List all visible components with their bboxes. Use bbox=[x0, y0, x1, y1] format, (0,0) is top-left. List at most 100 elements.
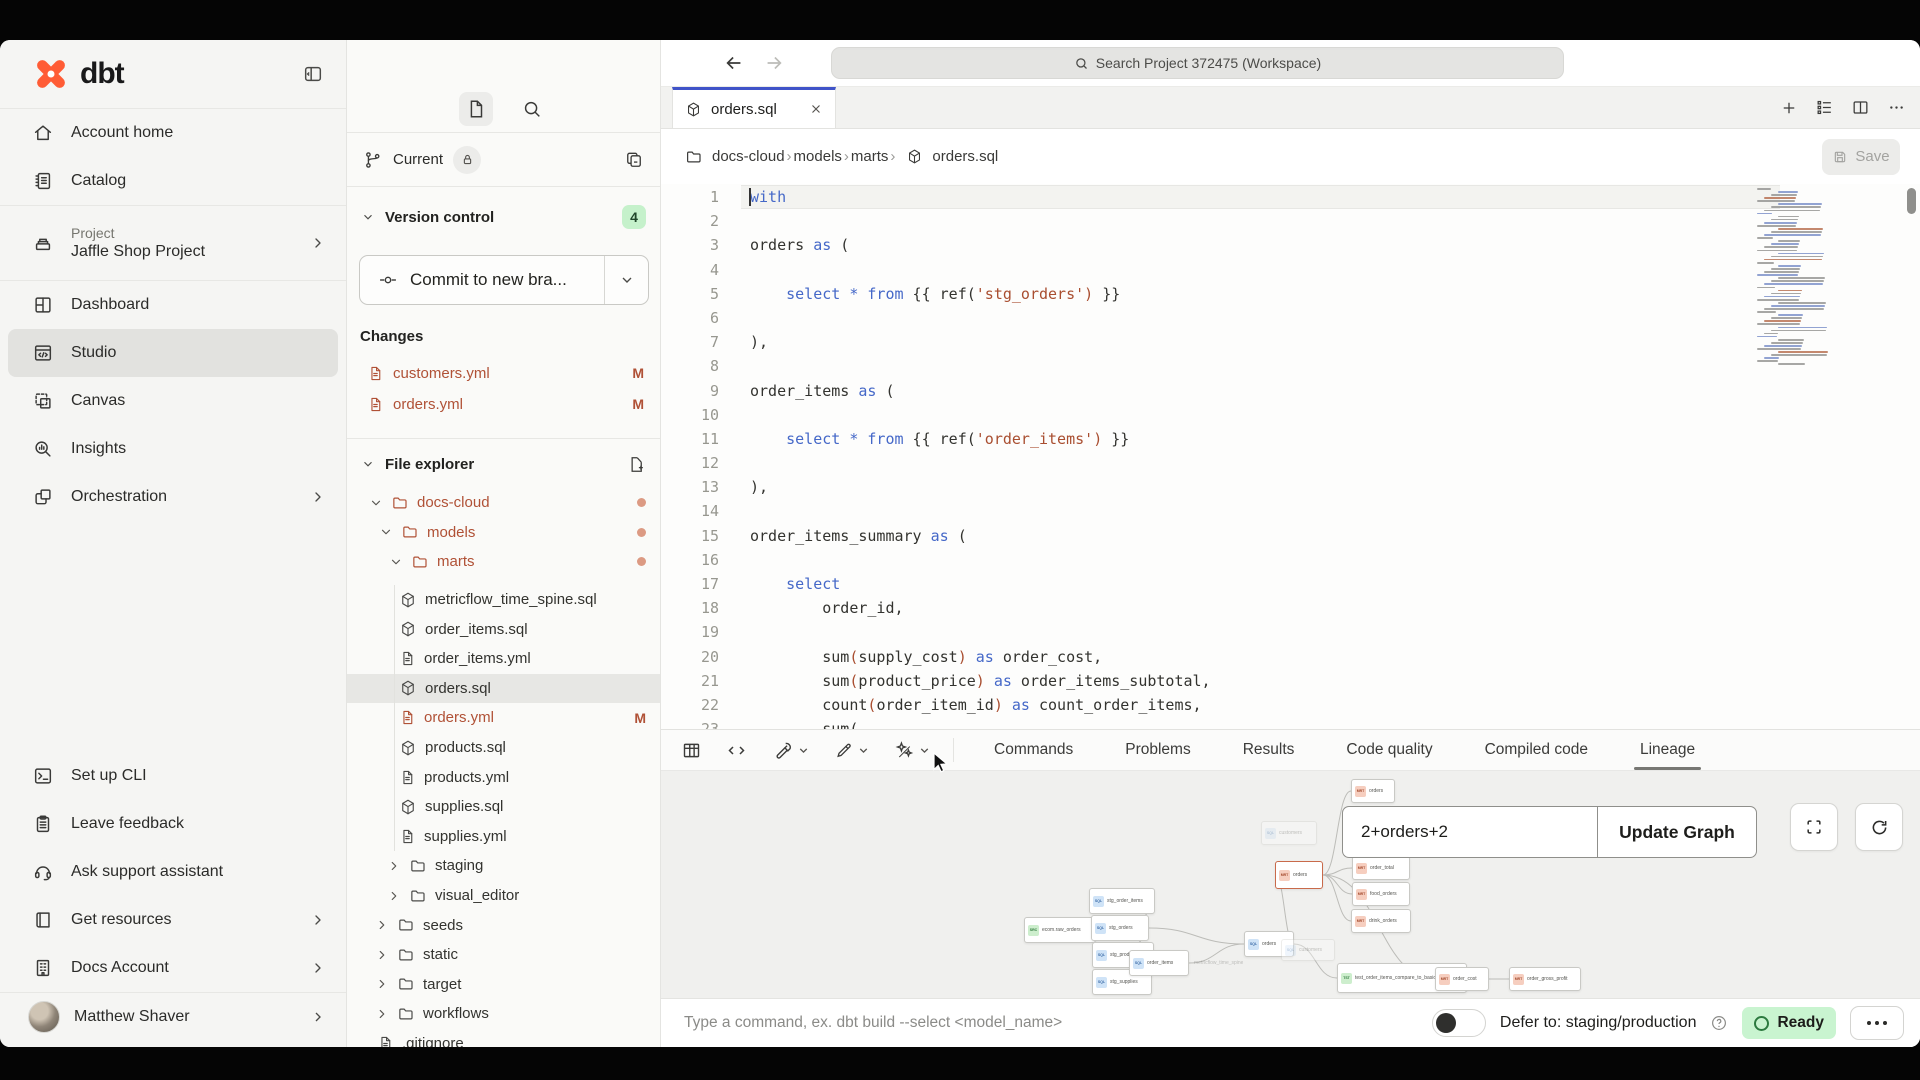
code-line-14[interactable]: 14 bbox=[661, 499, 1920, 523]
minimap[interactable] bbox=[1757, 188, 1837, 368]
code-line-8[interactable]: 8 bbox=[661, 354, 1920, 378]
tree-item-orders-sql[interactable]: orders.sql bbox=[347, 674, 660, 704]
commit-dropdown-button[interactable] bbox=[604, 256, 648, 304]
sidebar-item-get-resources[interactable]: Get resources bbox=[0, 896, 346, 944]
sidebar-item-docs-account[interactable]: Docs Account bbox=[0, 944, 346, 992]
status-more-button[interactable] bbox=[1850, 1006, 1904, 1040]
tree-item-staging[interactable]: staging bbox=[347, 851, 660, 881]
tree-item-seeds[interactable]: seeds bbox=[347, 910, 660, 940]
code-icon[interactable] bbox=[726, 740, 747, 761]
code-line-7[interactable]: 7), bbox=[661, 330, 1920, 354]
tree-item--gitignore[interactable]: .gitignore bbox=[347, 1029, 660, 1047]
code-line-10[interactable]: 10 bbox=[661, 403, 1920, 427]
collapse-sidebar-icon[interactable] bbox=[302, 63, 324, 85]
format-icon[interactable] bbox=[834, 740, 870, 760]
update-graph-button[interactable]: Update Graph bbox=[1597, 806, 1757, 858]
sidebar-item-leave-feedback[interactable]: Leave feedback bbox=[0, 800, 346, 848]
sidebar-item-orchestration[interactable]: Orchestration bbox=[0, 473, 346, 521]
sidebar-item-account-home[interactable]: Account home bbox=[0, 109, 346, 157]
panel-tab-compiled-code[interactable]: Compiled code bbox=[1459, 730, 1614, 770]
tree-item-supplies-sql[interactable]: supplies.sql bbox=[347, 792, 660, 822]
lineage-node-food-orders[interactable]: MRTfood_orders bbox=[1352, 882, 1410, 906]
scrollbar-thumb[interactable] bbox=[1907, 188, 1916, 214]
tree-item-marts[interactable]: marts bbox=[347, 547, 660, 577]
lineage-node-stg-order-items[interactable]: SQLstg_order_items bbox=[1089, 888, 1155, 914]
results-table-icon[interactable] bbox=[681, 740, 702, 761]
build-tools-icon[interactable] bbox=[773, 740, 810, 761]
file-explorer-header[interactable]: File explorer bbox=[347, 448, 660, 480]
panel-tab-results[interactable]: Results bbox=[1217, 730, 1321, 770]
lineage-node-stg-orders[interactable]: SQLstg_orders bbox=[1091, 915, 1149, 941]
sidebar-item-canvas[interactable]: Canvas bbox=[0, 377, 346, 425]
tree-item-order_items-yml[interactable]: order_items.yml bbox=[347, 644, 660, 674]
sidebar-item-ask-support-assistant[interactable]: Ask support assistant bbox=[0, 848, 346, 896]
code-editor[interactable]: 1with23orders as (45 select * from {{ re… bbox=[661, 184, 1920, 729]
tree-item-products-yml[interactable]: products.yml bbox=[347, 762, 660, 792]
breadcrumb-segment[interactable]: docs-cloud bbox=[712, 148, 785, 165]
lineage-selector-input[interactable] bbox=[1342, 806, 1597, 858]
tree-item-static[interactable]: static bbox=[347, 940, 660, 970]
search-files-button[interactable] bbox=[515, 92, 549, 126]
tree-item-docs-cloud[interactable]: docs-cloud bbox=[347, 488, 660, 518]
ai-fix-icon[interactable] bbox=[894, 740, 931, 761]
split-editor-icon[interactable] bbox=[1851, 98, 1870, 117]
panel-tab-commands[interactable]: Commands bbox=[968, 730, 1099, 770]
code-line-3[interactable]: 3orders as ( bbox=[661, 233, 1920, 257]
code-line-15[interactable]: 15order_items_summary as ( bbox=[661, 524, 1920, 548]
sidebar-user[interactable]: Matthew Shaver bbox=[0, 993, 346, 1041]
defer-toggle[interactable] bbox=[1432, 1009, 1486, 1037]
lineage-node-raw-orders[interactable]: SRCecom.raw_orders bbox=[1024, 917, 1096, 943]
code-line-21[interactable]: 21 sum(product_price) as order_items_sub… bbox=[661, 669, 1920, 693]
tree-item-visual_editor[interactable]: visual_editor bbox=[347, 881, 660, 911]
tree-item-target[interactable]: target bbox=[347, 970, 660, 1000]
lineage-node-ghost1[interactable]: SQLcustomers bbox=[1261, 821, 1317, 845]
tree-item-workflows[interactable]: workflows bbox=[347, 999, 660, 1029]
lineage-node-order-gross-profit[interactable]: MRTorder_gross_profit bbox=[1509, 967, 1581, 991]
tree-item-orders-yml[interactable]: orders.ymlM bbox=[347, 703, 660, 733]
code-line-2[interactable]: 2 bbox=[661, 209, 1920, 233]
save-button[interactable]: Save bbox=[1822, 139, 1900, 175]
help-icon[interactable] bbox=[1710, 1014, 1728, 1032]
sidebar-item-set-up-cli[interactable]: Set up CLI bbox=[0, 752, 346, 800]
lineage-node-order-total[interactable]: MRTorder_total bbox=[1352, 856, 1410, 880]
lineage-node-orders-sel[interactable]: MRTorders bbox=[1275, 861, 1323, 889]
changed-file-customers-yml[interactable]: customers.ymlM bbox=[347, 358, 660, 388]
dbt-logo[interactable]: dbt bbox=[30, 53, 124, 95]
outline-icon[interactable] bbox=[1815, 98, 1834, 117]
copy-icon[interactable] bbox=[624, 150, 644, 170]
refresh-button[interactable] bbox=[1855, 803, 1903, 851]
code-line-12[interactable]: 12 bbox=[661, 451, 1920, 475]
lineage-canvas[interactable]: Update Graph SRCecom.raw_ordersSQLstg_or… bbox=[661, 771, 1920, 998]
lineage-node-ghost3[interactable]: metricflow_time_spine bbox=[1191, 957, 1303, 969]
version-control-header[interactable]: Version control 4 bbox=[347, 200, 660, 234]
code-line-19[interactable]: 19 bbox=[661, 620, 1920, 644]
lineage-node-m-orders[interactable]: MRTorders bbox=[1351, 779, 1395, 803]
new-tab-icon[interactable] bbox=[1780, 99, 1798, 117]
breadcrumb-segment[interactable]: models bbox=[794, 148, 842, 165]
code-line-13[interactable]: 13), bbox=[661, 475, 1920, 499]
sidebar-item-jaffle-shop-project[interactable]: ProjectJaffle Shop Project bbox=[0, 206, 346, 280]
back-icon[interactable] bbox=[723, 52, 745, 74]
code-line-16[interactable]: 16 bbox=[661, 548, 1920, 572]
code-line-5[interactable]: 5 select * from {{ ref('stg_orders') }} bbox=[661, 282, 1920, 306]
panel-tab-code-quality[interactable]: Code quality bbox=[1320, 730, 1458, 770]
branch-row[interactable]: Current bbox=[347, 133, 660, 187]
tree-item-models[interactable]: models bbox=[347, 518, 660, 548]
forward-icon[interactable] bbox=[763, 52, 785, 74]
tab-orders-sql[interactable]: orders.sql bbox=[672, 87, 836, 128]
code-line-18[interactable]: 18 order_id, bbox=[661, 596, 1920, 620]
commit-button[interactable]: Commit to new bra... bbox=[359, 255, 649, 305]
close-tab-icon[interactable] bbox=[809, 102, 823, 116]
status-badge[interactable]: Ready bbox=[1742, 1007, 1836, 1039]
breadcrumb-file[interactable]: orders.sql bbox=[932, 148, 998, 165]
tree-item-supplies-yml[interactable]: supplies.yml bbox=[347, 822, 660, 852]
code-line-20[interactable]: 20 sum(supply_cost) as order_cost, bbox=[661, 645, 1920, 669]
code-line-6[interactable]: 6 bbox=[661, 306, 1920, 330]
project-search-bar[interactable]: Search Project 372475 (Workspace) bbox=[831, 47, 1564, 79]
tree-item-products-sql[interactable]: products.sql bbox=[347, 733, 660, 763]
changed-file-orders-yml[interactable]: orders.ymlM bbox=[347, 389, 660, 419]
tree-item-metricflow_time_spine-sql[interactable]: metricflow_time_spine.sql bbox=[347, 585, 660, 615]
code-line-22[interactable]: 22 count(order_item_id) as count_order_i… bbox=[661, 693, 1920, 717]
code-line-1[interactable]: 1with bbox=[661, 185, 1920, 209]
code-line-17[interactable]: 17 select bbox=[661, 572, 1920, 596]
